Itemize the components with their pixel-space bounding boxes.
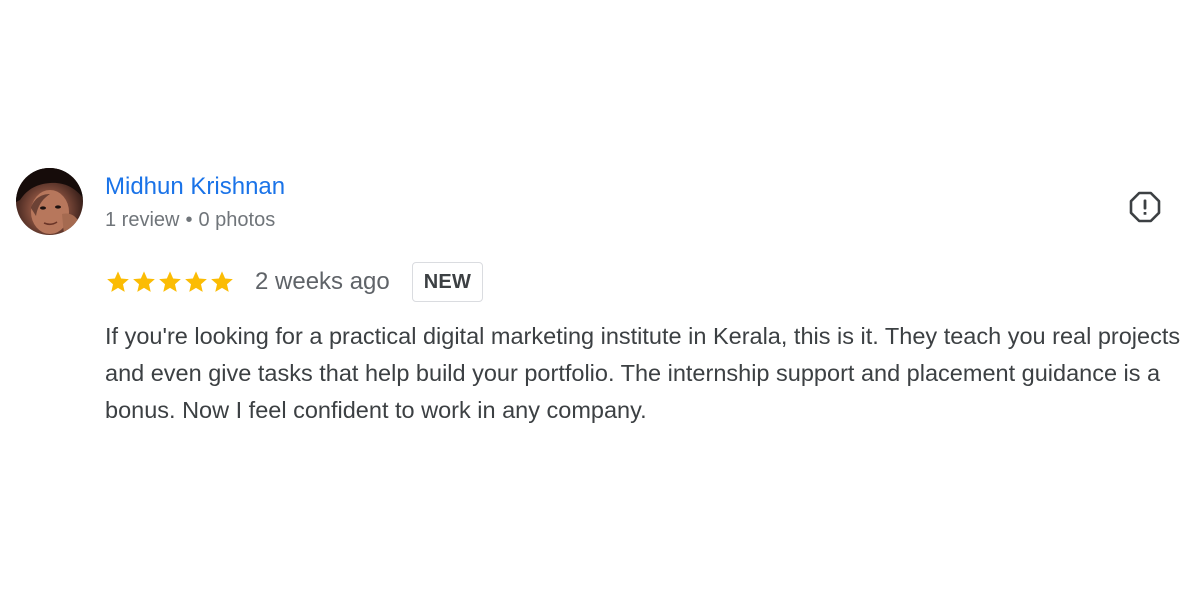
reviewer-avatar[interactable] <box>16 168 83 235</box>
avatar-photo-icon <box>16 168 83 235</box>
review-time: 2 weeks ago <box>255 268 390 295</box>
review-text: If you're looking for a practical digita… <box>105 323 1181 423</box>
star-rating <box>105 269 235 295</box>
reviewer-name-link[interactable]: Midhun Krishnan <box>105 173 285 201</box>
new-badge: NEW <box>411 262 484 302</box>
review-card: Midhun Krishnan 1 review • 0 photos 2 week… <box>0 0 1200 600</box>
review-count: 1 review <box>105 209 180 231</box>
star-icon <box>159 271 181 292</box>
photo-count: 0 photos <box>198 209 276 231</box>
report-flag-icon <box>1129 191 1161 223</box>
star-icon <box>211 271 233 292</box>
report-review-button[interactable] <box>1126 188 1164 226</box>
rating-row: 2 weeks ago NEW <box>105 260 484 304</box>
star-icon <box>107 271 129 292</box>
reviewer-meta: 1 review • 0 photos <box>105 208 275 232</box>
meta-separator: • <box>185 209 193 231</box>
star-icon <box>185 271 207 292</box>
star-icon <box>133 271 155 292</box>
